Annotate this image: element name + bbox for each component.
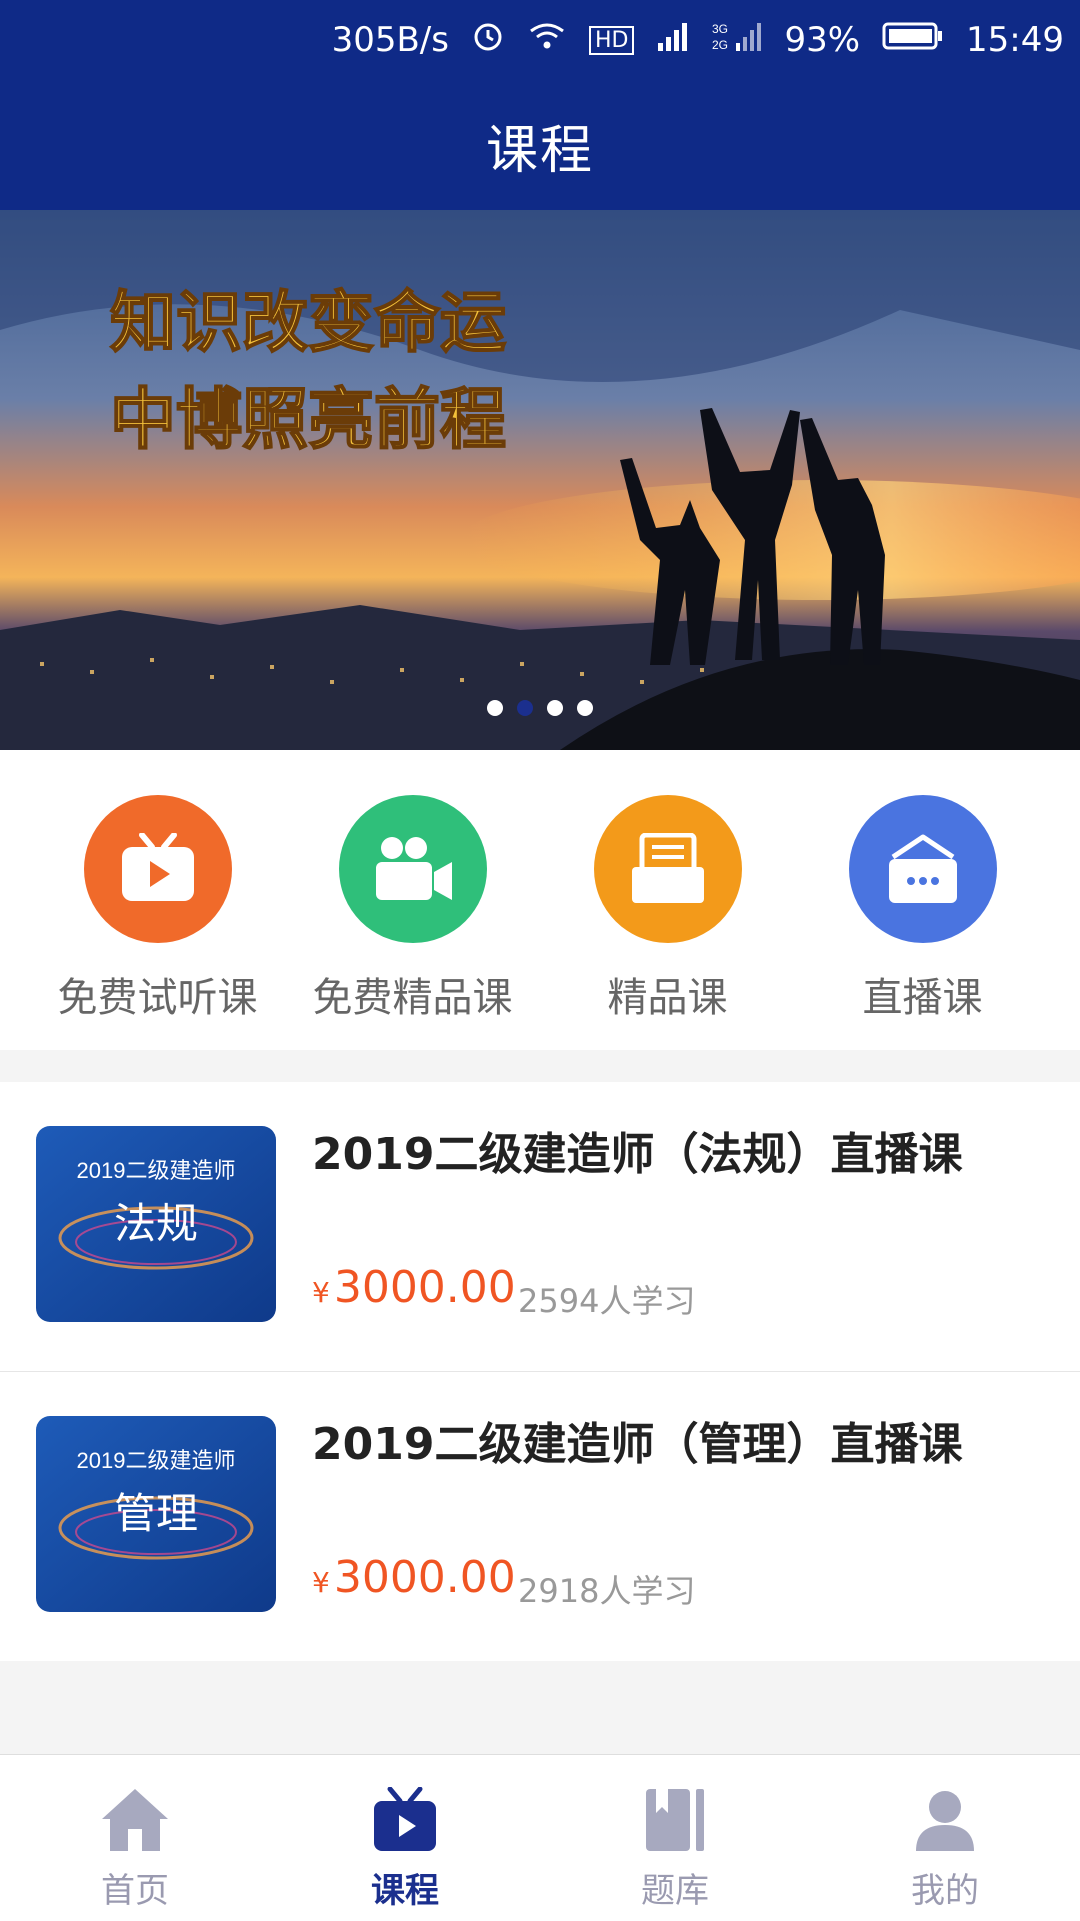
banner-slogan-line2: 中博照亮前程 <box>110 380 506 458</box>
banner-dot[interactable] <box>577 700 593 716</box>
category-label: 精品课 <box>607 975 728 1021</box>
live-sign-icon <box>848 795 997 943</box>
banner-slogan-line1: 知识改变命运 <box>110 283 506 361</box>
book-icon <box>540 1783 810 1857</box>
category-free-trial[interactable]: 免费试听课 <box>30 795 285 1023</box>
learner-count: 2594人学习 <box>518 1282 696 1320</box>
tab-home[interactable]: 首页 <box>0 1755 270 1921</box>
tv-icon <box>270 1783 540 1857</box>
category-label: 免费精品课 <box>312 975 513 1021</box>
tab-label: 首页 <box>101 1871 169 1911</box>
tab-courses[interactable]: 课程 <box>270 1755 540 1921</box>
category-free-premium[interactable]: 免费精品课 <box>285 795 540 1023</box>
app-bar: 课程 <box>0 80 1080 210</box>
category-grid: 免费试听课 免费精品课 精品课 直播课 <box>0 750 1080 1050</box>
banner-dot-active[interactable] <box>517 700 533 716</box>
course-price: ¥3000.00 <box>312 1262 516 1313</box>
svg-text:3G: 3G <box>712 22 728 36</box>
signal-icon <box>656 19 690 62</box>
course-item[interactable]: 2019二级建造师 法规 2019二级建造师（法规）直播课 ¥3000.00 2… <box>0 1082 1080 1372</box>
thumb-caption: 2019二级建造师 <box>77 1448 236 1473</box>
category-label: 直播课 <box>862 975 983 1021</box>
battery-icon <box>882 20 944 60</box>
course-thumbnail: 2019二级建造师 管理 <box>36 1416 276 1612</box>
bottom-tab-bar: 首页 课程 题库 我的 <box>0 1754 1080 1921</box>
alarm-icon <box>471 19 505 62</box>
thumb-subject: 管理 <box>114 1490 198 1537</box>
banner-dot[interactable] <box>487 700 503 716</box>
page-title: 课程 <box>485 120 594 181</box>
tab-label: 题库 <box>641 1871 709 1911</box>
wifi-icon <box>527 19 567 62</box>
tab-label: 课程 <box>371 1871 439 1911</box>
tab-question-bank[interactable]: 题库 <box>540 1755 810 1921</box>
course-list: 2019二级建造师 法规 2019二级建造师（法规）直播课 ¥3000.00 2… <box>0 1082 1080 1661</box>
course-price: ¥3000.00 <box>312 1552 516 1603</box>
banner-dot[interactable] <box>547 700 563 716</box>
net-speed: 305B/s <box>331 20 449 60</box>
course-title: 2019二级建造师（管理）直播课 <box>312 1419 963 1470</box>
svg-text:2G: 2G <box>712 38 728 52</box>
tab-profile[interactable]: 我的 <box>810 1755 1080 1921</box>
person-icon <box>810 1783 1080 1857</box>
clock: 15:49 <box>966 20 1064 60</box>
tv-play-icon <box>83 795 232 943</box>
currency-symbol: ¥ <box>312 1566 330 1599</box>
course-title: 2019二级建造师（法规）直播课 <box>312 1129 963 1180</box>
home-icon <box>0 1783 270 1857</box>
course-item[interactable]: 2019二级建造师 管理 2019二级建造师（管理）直播课 ¥3000.00 2… <box>0 1372 1080 1661</box>
thumb-caption: 2019二级建造师 <box>77 1158 236 1183</box>
status-bar: 305B/s HD 3G 2G 93% 15:49 <box>0 0 1080 80</box>
course-thumbnail: 2019二级建造师 法规 <box>36 1126 276 1322</box>
tab-label: 我的 <box>911 1871 979 1911</box>
video-camera-icon <box>338 795 487 943</box>
price-amount: 3000.00 <box>333 1262 516 1313</box>
hd-icon: HD <box>588 25 635 55</box>
category-premium[interactable]: 精品课 <box>540 795 795 1023</box>
promo-banner[interactable]: 知识改变命运 中博照亮前程 <box>0 210 1080 750</box>
battery-percent: 93% <box>784 20 861 60</box>
category-live[interactable]: 直播课 <box>795 795 1050 1023</box>
category-label: 免费试听课 <box>57 975 258 1021</box>
thumb-subject: 法规 <box>114 1200 198 1247</box>
signal-3g-icon: 3G 2G <box>712 19 762 62</box>
learner-count: 2918人学习 <box>518 1572 696 1610</box>
currency-symbol: ¥ <box>312 1276 330 1309</box>
document-icon <box>593 795 742 943</box>
price-amount: 3000.00 <box>333 1552 516 1603</box>
